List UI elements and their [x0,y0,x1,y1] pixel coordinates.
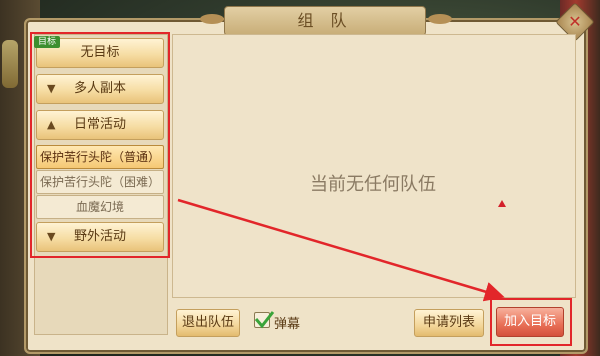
barrage-checkbox[interactable] [254,311,275,329]
lantern-decoration [2,40,18,88]
leave-team-button[interactable]: 退出队伍 [176,309,240,337]
red-marker [498,200,506,207]
apply-list-button[interactable]: 申请列表 [414,309,484,337]
highlight-box-sidebar [30,32,170,258]
close-icon: ✕ [568,12,582,31]
team-list-area [172,34,576,298]
window-title: 组 队 [224,6,426,36]
title-ornament-left [200,14,224,24]
check-icon [254,311,275,329]
barrage-label: 弹幕 [274,317,301,332]
empty-message: 当前无任何队伍 [310,174,436,195]
highlight-box-join [490,298,572,346]
title-ornament-right [428,14,452,24]
activity-list-empty-area [34,254,168,335]
